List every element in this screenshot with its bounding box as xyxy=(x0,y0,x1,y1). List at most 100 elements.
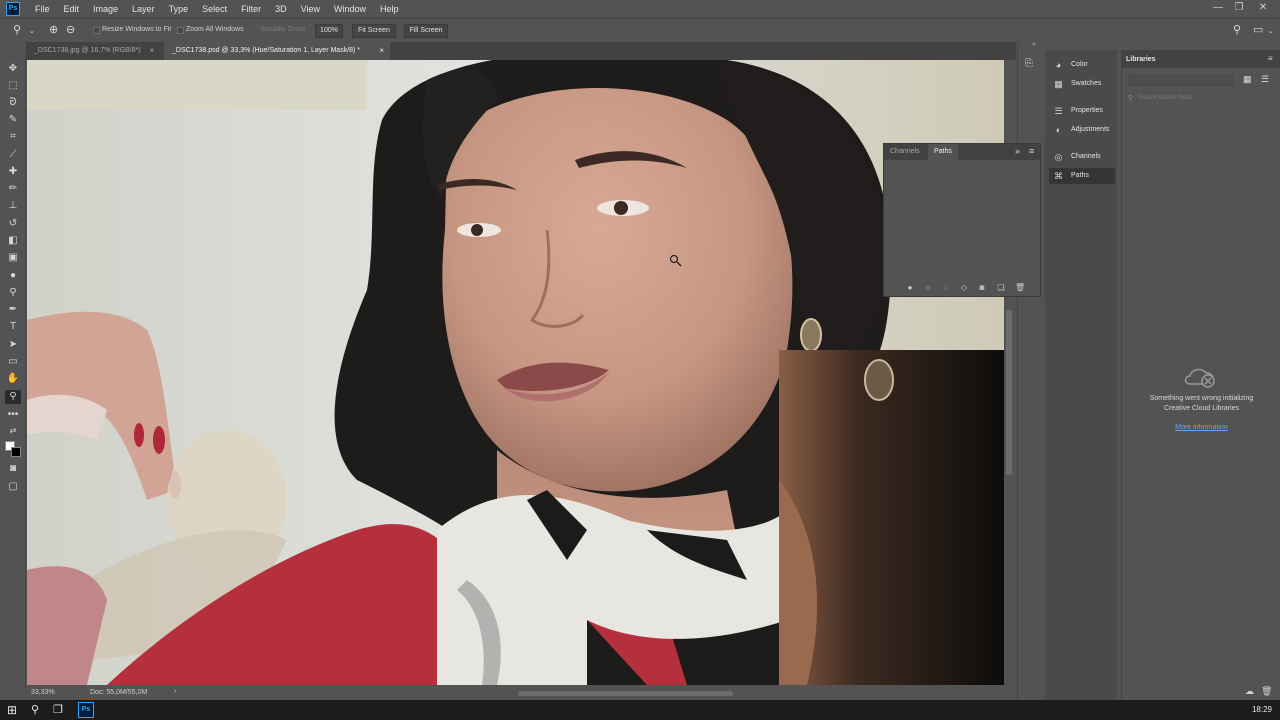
quick-mask-icon[interactable]: ◙ xyxy=(5,462,21,476)
close-window-icon[interactable]: ✕ xyxy=(1252,0,1274,16)
resize-windows-checkbox[interactable] xyxy=(93,27,100,34)
fill-screen-button[interactable]: Fill Screen xyxy=(404,24,448,38)
menu-file[interactable]: File xyxy=(28,0,57,18)
taskbar-clock: 18:29 xyxy=(1251,705,1272,714)
crop-tool-icon[interactable]: ⌗ xyxy=(5,130,21,144)
libraries-title[interactable]: Libraries xyxy=(1126,56,1156,63)
zoom-all-checkbox[interactable] xyxy=(177,27,184,34)
panel-menu-icon[interactable]: ≡ xyxy=(1268,54,1273,63)
collapse-panel-icon[interactable]: » xyxy=(1015,146,1020,156)
dodge-tool-icon[interactable]: ⚲ xyxy=(5,286,21,300)
panel-swatches[interactable]: ▦ Swatches xyxy=(1049,76,1115,92)
stroke-path-icon[interactable]: ○ xyxy=(923,283,933,293)
menu-edit[interactable]: Edit xyxy=(57,0,87,18)
menu-type[interactable]: Type xyxy=(162,0,196,18)
add-mask-icon[interactable]: ◙ xyxy=(977,283,987,293)
chevron-down-icon[interactable]: ⌄ xyxy=(29,27,35,35)
panel-color[interactable]: ◕ Color xyxy=(1049,57,1115,73)
hand-tool-icon[interactable]: ✋ xyxy=(5,372,21,386)
healing-brush-tool-icon[interactable]: ✚ xyxy=(5,165,21,179)
zoom-tool-icon[interactable]: ⚲ xyxy=(13,23,21,36)
photoshop-taskbar-icon[interactable]: Ps xyxy=(78,702,94,718)
task-view-icon[interactable]: ❐ xyxy=(53,703,63,716)
menu-window[interactable]: Window xyxy=(327,0,373,18)
library-error-message: Something went wrong initializing Creati… xyxy=(1134,394,1269,414)
pen-tool-icon[interactable]: ✒ xyxy=(5,303,21,317)
search-icon[interactable]: ⚲ xyxy=(1233,23,1241,36)
fit-screen-button[interactable]: Fit Screen xyxy=(352,24,396,38)
doc-size: Doc: 55,0M/55,0M xyxy=(90,689,148,696)
cc-sync-icon[interactable]: ☁ xyxy=(1245,686,1254,697)
close-tab-icon[interactable]: × xyxy=(149,42,154,60)
panel-properties[interactable]: ☰ Properties xyxy=(1049,103,1115,119)
tab-dsc1738-psd[interactable]: _DSC1738.psd @ 33,3% (Hue/Saturation 1, … xyxy=(164,42,390,60)
menu-layer[interactable]: Layer xyxy=(125,0,162,18)
brush-tool-icon[interactable]: ✏ xyxy=(5,182,21,196)
chevron-down-icon[interactable]: ⌄ xyxy=(1268,27,1274,35)
rectangle-tool-icon[interactable]: ▭ xyxy=(5,355,21,369)
menu-filter[interactable]: Filter xyxy=(234,0,268,18)
zoom-out-icon[interactable]: ⊖ xyxy=(66,23,75,36)
windows-start-icon[interactable]: ⊞ xyxy=(7,703,17,717)
eraser-tool-icon[interactable]: ◧ xyxy=(5,234,21,248)
workspace-icon[interactable]: ▭ xyxy=(1253,23,1263,36)
swap-colors-icon[interactable]: ⇄ xyxy=(5,424,21,438)
tab-paths[interactable]: Paths xyxy=(928,144,958,160)
screen-mode-icon[interactable]: ▢ xyxy=(5,480,21,494)
options-bar: ⚲ ⌄ ⊕ ⊖ Resize Windows to Fit Zoom All W… xyxy=(0,18,1280,42)
delete-path-icon[interactable]: 🗑 xyxy=(1015,283,1025,293)
horizontal-scrollbar[interactable] xyxy=(518,691,733,696)
tab-dsc1738-jpg[interactable]: _DSC1738.jpg @ 16,7% (RGB/8*) × xyxy=(26,42,160,60)
new-path-icon[interactable]: ❏ xyxy=(996,283,1006,293)
fill-path-icon[interactable]: ● xyxy=(905,283,915,293)
restore-icon[interactable]: ❐ xyxy=(1228,0,1250,16)
document-canvas[interactable] xyxy=(27,60,1004,685)
lasso-tool-icon[interactable]: ᘐ xyxy=(5,96,21,110)
move-tool-icon[interactable]: ✥ xyxy=(5,62,21,76)
list-view-icon[interactable]: ☰ xyxy=(1261,74,1269,85)
panel-paths[interactable]: ⌘ Paths xyxy=(1049,168,1115,184)
search-icon[interactable]: ⚲ xyxy=(31,703,39,716)
menu-select[interactable]: Select xyxy=(195,0,234,18)
history-brush-tool-icon[interactable]: ↺ xyxy=(5,217,21,231)
collapse-icon[interactable]: « xyxy=(1032,41,1036,48)
zoom-level[interactable]: 33,33% xyxy=(31,689,55,696)
more-tools-icon[interactable]: ••• xyxy=(5,408,21,422)
panel-menu-icon[interactable]: ≡ xyxy=(1029,146,1034,156)
make-work-path-icon[interactable]: ◇ xyxy=(959,283,969,293)
library-search-input[interactable]: ⚲ Search Adobe Stock xyxy=(1128,93,1273,104)
history-icon[interactable]: ⎘ xyxy=(1025,58,1033,69)
menu-help[interactable]: Help xyxy=(373,0,406,18)
tab-channels[interactable]: Channels xyxy=(884,144,926,160)
path-selection-tool-icon[interactable]: ➤ xyxy=(5,338,21,352)
panel-adjustments[interactable]: ◐ Adjustments xyxy=(1049,122,1115,138)
windows-taskbar: ⊞ ⚲ ❐ Ps 18:29 xyxy=(0,700,1280,720)
vertical-scrollbar[interactable] xyxy=(1006,310,1012,475)
menu-3d[interactable]: 3D xyxy=(268,0,294,18)
marquee-tool-icon[interactable]: ⬚ xyxy=(5,79,21,93)
zoom-tool-icon[interactable]: ⚲ xyxy=(5,390,21,404)
panel-channels[interactable]: ◎ Channels xyxy=(1049,149,1115,165)
zoom-in-icon[interactable]: ⊕ xyxy=(49,23,58,36)
clone-stamp-tool-icon[interactable]: ⊥ xyxy=(5,199,21,213)
zoom-value-field[interactable]: 100% xyxy=(315,24,343,38)
paths-icon: ⌘ xyxy=(1054,171,1063,181)
background-color-swatch[interactable] xyxy=(11,447,21,457)
status-menu-arrow[interactable]: › xyxy=(174,688,176,695)
minimize-icon[interactable]: — xyxy=(1207,0,1229,16)
grid-view-icon[interactable]: ▦ xyxy=(1243,74,1252,85)
trash-icon[interactable]: 🗑 xyxy=(1261,686,1272,697)
blur-tool-icon[interactable]: ● xyxy=(5,269,21,283)
more-information-link[interactable]: More information xyxy=(1134,424,1269,431)
swatches-icon: ▦ xyxy=(1054,79,1063,89)
menu-view[interactable]: View xyxy=(294,0,327,18)
load-selection-icon[interactable]: ◌ xyxy=(941,283,951,293)
close-tab-icon[interactable]: × xyxy=(379,42,384,60)
eyedropper-tool-icon[interactable]: ⟋ xyxy=(5,148,21,162)
gradient-tool-icon[interactable]: ▣ xyxy=(5,251,21,265)
menu-image[interactable]: Image xyxy=(86,0,125,18)
error-line-1: Something went wrong initializing xyxy=(1149,395,1254,402)
library-dropdown[interactable] xyxy=(1128,75,1234,86)
type-tool-icon[interactable]: T xyxy=(5,320,21,334)
quick-select-tool-icon[interactable]: ✎ xyxy=(5,113,21,127)
